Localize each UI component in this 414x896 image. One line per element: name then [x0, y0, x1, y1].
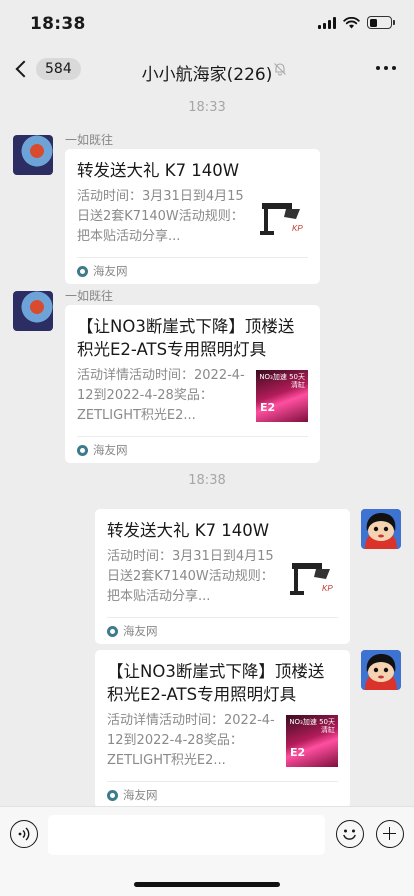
card-description: 活动时间：3月31日到4月15日送2套K7140W活动规则：把本贴活动分享... [107, 549, 274, 604]
voice-icon [18, 827, 30, 841]
card-source: 海友网 [77, 436, 308, 463]
haiyou-logo-icon [107, 625, 118, 637]
nav-bar: 584 小小航海家(226) [0, 48, 414, 94]
sender-avatar[interactable] [13, 291, 53, 331]
card-source: 海友网 [107, 781, 338, 808]
battery-icon [367, 16, 395, 29]
more-dot [384, 66, 388, 70]
haiyou-logo-icon [77, 265, 88, 277]
source-label: 海友网 [93, 443, 128, 457]
sender-name: 一如既往 [65, 133, 114, 147]
link-card[interactable]: 转发送大礼 K7 140W 活动时间：3月31日到4月15日送2套K7140W活… [65, 149, 320, 284]
cartoon-kid-image [361, 650, 401, 690]
signal-icon [318, 16, 336, 29]
card-thumbnail: KP [256, 191, 308, 243]
cartoon-kid-image [361, 509, 401, 549]
card-title: 【让NO3断崖式下降】顶楼送积光E2-ATS专用照明灯具 [77, 317, 295, 359]
home-indicator [134, 882, 280, 887]
message-timestamp: 18:33 [188, 100, 226, 115]
card-thumbnail: NO₃加速 50天清缸 E2 [286, 715, 338, 767]
message-timestamp: 18:38 [188, 473, 226, 488]
haiyou-logo-icon [107, 789, 118, 801]
status-bar: 18:38 [0, 0, 414, 48]
sender-avatar[interactable] [13, 135, 53, 175]
my-avatar[interactable] [361, 509, 401, 549]
more-dot [392, 66, 396, 70]
card-thumbnail: KP [286, 551, 338, 603]
link-card[interactable]: 【让NO3断崖式下降】顶楼送积光E2-ATS专用照明灯具 活动详情活动时间：20… [65, 305, 320, 463]
plus-button[interactable] [376, 820, 404, 848]
status-time: 18:38 [30, 14, 86, 34]
thumb-text: NO₃加速 50天清缸 [289, 718, 335, 734]
voice-button[interactable] [10, 820, 38, 848]
card-description: 活动详情活动时间：2022-4-12到2022-4-28奖品：ZETLIGHT积… [107, 713, 275, 768]
card-description: 活动详情活动时间：2022-4-12到2022-4-28奖品：ZETLIGHT积… [77, 368, 245, 423]
haiyou-logo-icon [77, 444, 88, 456]
mute-bell-icon [274, 63, 286, 76]
thumb-text: NO₃加速 50天清缸 [259, 373, 305, 389]
more-options-button[interactable] [376, 66, 396, 70]
card-thumbnail: NO₃加速 50天清缸 E2 [256, 370, 308, 422]
my-avatar[interactable] [361, 650, 401, 690]
card-title: 转发送大礼 K7 140W [107, 521, 270, 540]
lamp-image: KP [290, 563, 333, 595]
sender-name: 一如既往 [65, 289, 114, 303]
message-input[interactable] [48, 815, 325, 855]
wifi-icon [343, 16, 360, 28]
link-card[interactable]: 转发送大礼 K7 140W 活动时间：3月31日到4月15日送2套K7140W活… [95, 509, 350, 644]
card-source: 海友网 [77, 257, 308, 284]
svg-text:KP: KP [322, 584, 333, 593]
source-label: 海友网 [123, 788, 158, 802]
card-title: 转发送大礼 K7 140W [77, 161, 240, 180]
card-source: 海友网 [107, 617, 338, 644]
source-label: 海友网 [123, 624, 158, 638]
more-dot [376, 66, 380, 70]
thumb-model: E2 [260, 401, 276, 414]
emoji-icon [343, 829, 356, 840]
source-label: 海友网 [93, 264, 128, 278]
lamp-image: KP [260, 203, 303, 235]
svg-text:KP: KP [292, 224, 303, 233]
card-title: 【让NO3断崖式下降】顶楼送积光E2-ATS专用照明灯具 [107, 662, 325, 704]
link-card[interactable]: 【让NO3断崖式下降】顶楼送积光E2-ATS专用照明灯具 活动详情活动时间：20… [95, 650, 350, 808]
status-icons [318, 16, 395, 29]
card-description: 活动时间：3月31日到4月15日送2套K7140W活动规则：把本贴活动分享... [77, 189, 244, 244]
thumb-model: E2 [290, 746, 306, 759]
chat-title: 小小航海家(226) [141, 65, 273, 85]
emoji-button[interactable] [336, 820, 364, 848]
